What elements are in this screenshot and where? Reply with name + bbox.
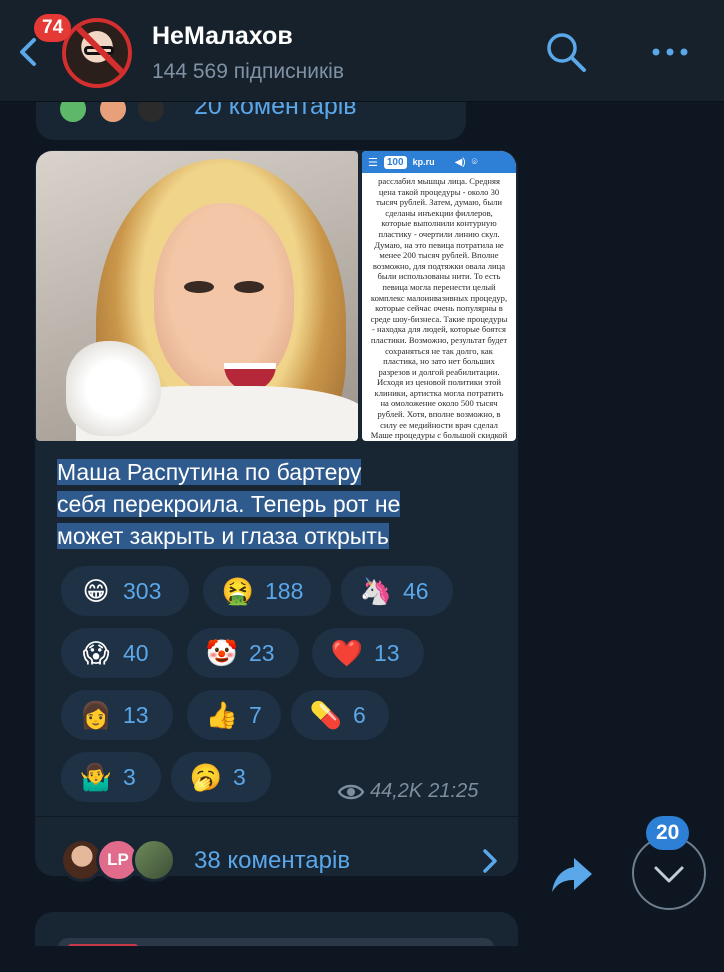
sound-icon: ◀): [454, 156, 466, 168]
article-text: расслабил мышцы лица. Средняя цена такой…: [370, 176, 508, 441]
photo-eye: [234, 281, 264, 293]
location-icon: ⌾: [471, 156, 478, 168]
reaction-pill[interactable]: 💊 6: [291, 690, 389, 740]
subscriber-count: 144 569 підписників: [152, 60, 344, 83]
site-logo: 100: [383, 155, 407, 169]
caption-line: может закрыть и глаза открыть: [57, 523, 389, 549]
bottom-bar: [0, 946, 724, 972]
comments-open-button[interactable]: [478, 846, 502, 876]
post-meta: 44,2K 21:25: [338, 780, 478, 803]
menu-icon: ☰: [368, 156, 378, 169]
yawn-emoji-icon: 🥱: [189, 761, 223, 792]
avatar-prohibition-slash: [71, 22, 128, 84]
reaction-count: 23: [249, 639, 275, 666]
photo-eye: [184, 281, 214, 293]
share-arrow-icon: [552, 858, 592, 892]
photo-tissue: [66, 341, 161, 436]
article-screenshot[interactable]: ☰ 100 kp.ru ◀) ⌾ расслабил мышцы лица. С…: [362, 151, 516, 441]
chevron-right-icon: [483, 849, 497, 873]
thumbs-up-emoji-icon: 👍: [205, 699, 239, 730]
reaction-count: 7: [249, 701, 262, 728]
commenter-avatars: LP: [60, 838, 180, 884]
chat-header: 74 НеМалахов 144 569 підписників: [0, 0, 724, 102]
reaction-unicorn[interactable]: 🦄 46: [341, 566, 453, 616]
view-count: 44,2K: [370, 780, 423, 802]
views-eye-icon: [338, 784, 364, 799]
reaction-thumbs-up[interactable]: 👍 7: [187, 690, 281, 740]
search-icon: [547, 33, 586, 72]
reaction-count: 46: [403, 577, 429, 604]
reaction-count: 13: [123, 701, 149, 728]
reaction-vomit[interactable]: 🤮 188: [203, 566, 331, 616]
commenter-avatar: [132, 838, 176, 882]
reaction-count: 303: [123, 577, 162, 604]
reaction-woman[interactable]: 👩 13: [61, 690, 173, 740]
reaction-grin[interactable]: 😁 303: [61, 566, 189, 616]
reaction-count: 3: [233, 763, 246, 790]
more-icon: [652, 48, 688, 56]
reaction-scream[interactable]: 😱 40: [61, 628, 173, 678]
comments-divider: [35, 816, 518, 817]
unicorn-emoji-icon: 🦄: [359, 575, 393, 606]
channel-avatar[interactable]: [62, 18, 132, 88]
unread-posts-badge[interactable]: 20: [646, 816, 690, 850]
reaction-clown[interactable]: 🤡 23: [187, 628, 299, 678]
reaction-count: 3: [123, 763, 136, 790]
unread-count-badge[interactable]: 74: [34, 14, 72, 42]
scream-emoji-icon: 😱: [82, 637, 110, 668]
reaction-heart[interactable]: ❤️ 13: [312, 628, 424, 678]
search-button[interactable]: [544, 30, 588, 74]
article-site-bar: ☰ 100 kp.ru ◀) ⌾: [362, 151, 516, 173]
reaction-yawn[interactable]: 🥱 3: [171, 752, 271, 802]
caption-line: себя перекроила. Теперь рот не: [57, 491, 401, 517]
reaction-count: 6: [353, 701, 366, 728]
channel-title[interactable]: НеМалахов: [152, 22, 293, 51]
heart-emoji-icon: ❤️: [330, 637, 364, 668]
reaction-count: 40: [123, 639, 149, 666]
caption-line: Маша Распутина по бартеру: [57, 459, 362, 485]
pill-emoji-icon: 💊: [309, 699, 343, 730]
post-time: 21:25: [428, 780, 479, 802]
reaction-count: 13: [374, 639, 400, 666]
site-name: kp.ru: [412, 157, 435, 167]
grin-emoji-icon: 😁: [82, 575, 110, 606]
comments-link[interactable]: 38 коментарів: [194, 847, 350, 875]
reaction-count: 188: [265, 577, 304, 604]
share-button[interactable]: [548, 852, 596, 896]
vomit-emoji-icon: 🤮: [221, 575, 255, 606]
clown-emoji-icon: 🤡: [205, 637, 239, 668]
post-photo[interactable]: [36, 151, 358, 441]
woman-emoji-icon: 👩: [79, 699, 113, 730]
reaction-shrug[interactable]: 🤷‍♂️ 3: [61, 752, 161, 802]
more-button[interactable]: [648, 42, 692, 62]
shrug-emoji-icon: 🤷‍♂️: [79, 761, 113, 792]
post-caption[interactable]: Маша Распутина по бартеру себя перекроил…: [57, 456, 497, 552]
